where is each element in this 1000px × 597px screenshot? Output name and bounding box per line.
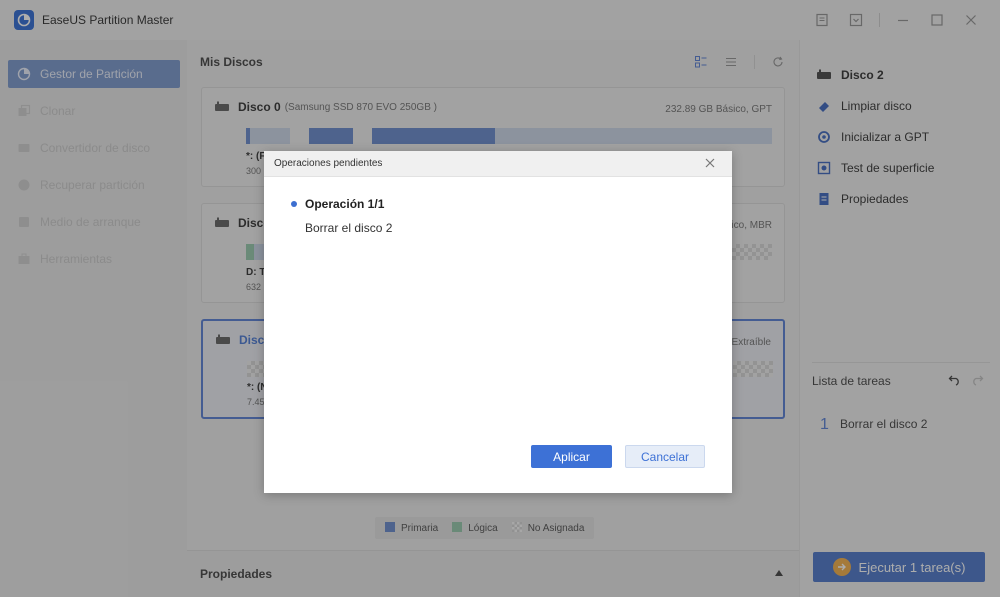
close-icon[interactable] (704, 157, 718, 171)
pending-operations-dialog: Operaciones pendientes Operación 1/1 Bor… (264, 151, 732, 493)
operation-description: Borrar el disco 2 (305, 221, 393, 235)
apply-button[interactable]: Aplicar (531, 445, 612, 468)
operation-title: Operación 1/1 (305, 197, 385, 211)
bullet-icon (291, 201, 297, 207)
dialog-header: Operaciones pendientes (264, 151, 732, 177)
cancel-button[interactable]: Cancelar (625, 445, 705, 468)
dialog-title: Operaciones pendientes (274, 158, 383, 169)
